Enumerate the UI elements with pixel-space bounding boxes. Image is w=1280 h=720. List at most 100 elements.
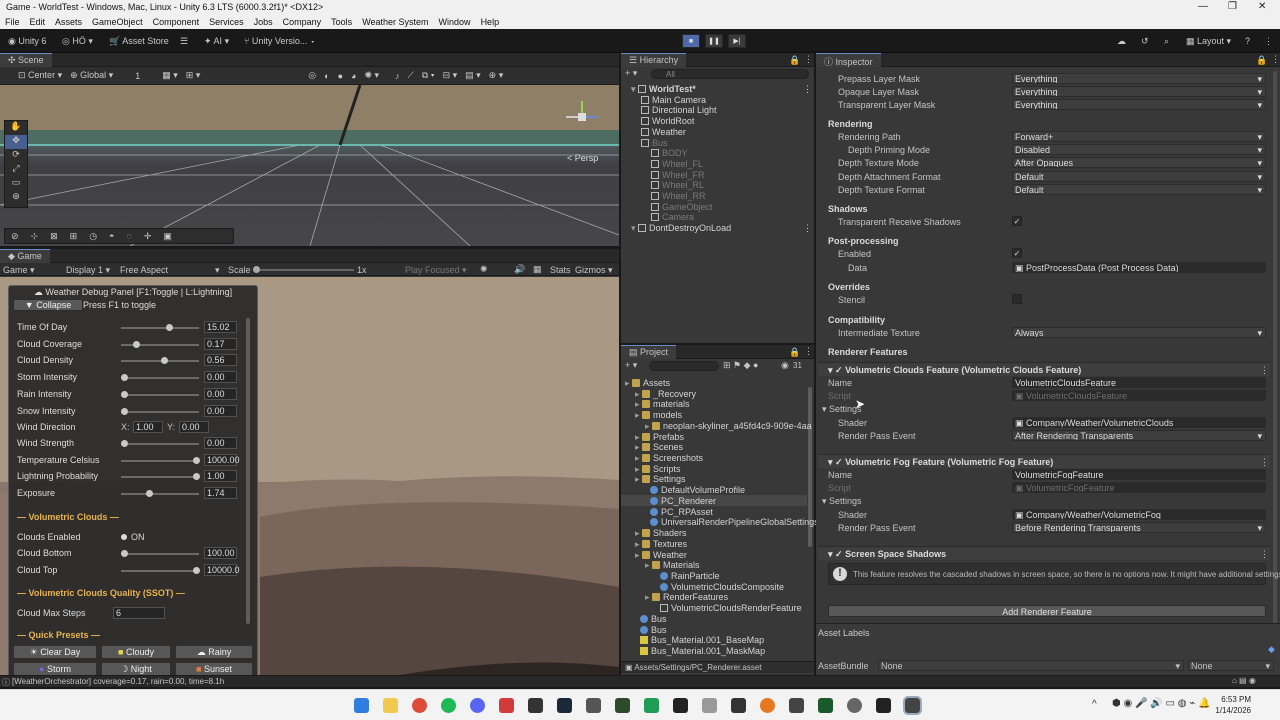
menu-jobs[interactable]: Jobs (254, 17, 273, 27)
menu-services[interactable]: Services (209, 17, 244, 27)
lock-icon[interactable]: 🔒 (789, 55, 800, 66)
start-icon[interactable] (354, 698, 369, 713)
feature-menu-icon[interactable]: ⋮ (1260, 365, 1269, 376)
tab-game[interactable]: ◆ Game (0, 248, 50, 263)
rect-tool-icon[interactable]: ▭ (5, 177, 27, 191)
menu-file[interactable]: File (5, 17, 20, 27)
scale-slider-knob[interactable] (253, 266, 260, 273)
slider-knob[interactable] (166, 324, 174, 331)
ai-button[interactable]: ✦ AI ▾ (200, 34, 233, 49)
project-item[interactable]: ▸ Screenshots (635, 453, 703, 464)
field-value[interactable]: ▣ PostProcessData (Post Process Data) (1012, 262, 1266, 273)
app-6-icon[interactable] (789, 698, 804, 713)
slider-track[interactable] (121, 459, 199, 462)
app-dark-icon[interactable] (528, 698, 543, 713)
slider-track[interactable] (121, 393, 199, 396)
steam-icon[interactable] (557, 698, 572, 713)
scene-viewport[interactable]: < Persp ✋ ✥ ⟳ ⤢ ▭ ⊛ ⊘ ⊹ ⊠ ⊞ ◷ ◓ ◌ ✛ ▣ (0, 85, 619, 246)
app-teal-icon[interactable] (644, 698, 659, 713)
project-item[interactable]: RainParticle (655, 571, 720, 581)
preset-night-button[interactable]: ☽ Night (101, 662, 171, 676)
project-item[interactable]: ▸ Scripts (635, 464, 681, 475)
app-red-icon[interactable] (499, 698, 514, 713)
slider-knob[interactable] (161, 357, 169, 365)
slider-track[interactable] (121, 569, 199, 572)
feature-header[interactable]: ▾ ✓ Volumetric Clouds Feature (Volumetri… (818, 362, 1270, 376)
menu-weather-system[interactable]: Weather System (362, 17, 428, 27)
terminal-icon[interactable] (731, 698, 746, 713)
field-value[interactable]: ▣ Company/Weather/VolumetricFog (1012, 509, 1266, 520)
unity-hub-icon[interactable] (876, 698, 891, 713)
field-value[interactable]: ▣ VolumetricFogFeature (1012, 482, 1266, 493)
wind-x-input[interactable]: 1.00 (133, 421, 163, 433)
spotify-icon[interactable] (441, 698, 456, 713)
slider-knob[interactable] (121, 407, 128, 415)
field-value[interactable]: Before Rendering Transparents ▾ (1012, 522, 1266, 533)
layout-dropdown[interactable]: ▦ Layout ▾ (1182, 34, 1235, 49)
project-item[interactable]: VolumetricCloudsRenderFeature (655, 603, 802, 613)
project-item[interactable]: Bus_Material.001_BaseMap (635, 635, 764, 645)
blender-icon[interactable] (760, 698, 775, 713)
tools-icon[interactable]: ▤ ▾ (461, 68, 485, 83)
hierarchy-item[interactable]: Bus (641, 138, 668, 148)
cloud-icon[interactable]: ☁ (1113, 34, 1130, 49)
grid-snap-field[interactable]: 1 (131, 69, 144, 83)
effects-icon[interactable]: ⟋ (404, 68, 418, 83)
project-item[interactable]: Bus_Material.001_MaskMap (635, 646, 765, 656)
filter-type-icon[interactable]: ⊞ ⚑ ◆ ● (723, 360, 758, 371)
field-value[interactable]: ▣ VolumetricCloudsFeature (1012, 390, 1266, 401)
slider-value-input[interactable]: 1.00 (204, 470, 237, 483)
project-add-icon[interactable]: + ▾ (625, 360, 637, 371)
overlay-tool-8-icon[interactable]: ✛ (144, 231, 152, 242)
menu-tools[interactable]: Tools (331, 17, 352, 27)
scale-slider[interactable] (254, 269, 354, 271)
stats-icon[interactable]: ▦ (533, 264, 542, 275)
tab-inspector[interactable]: ⓘ Inspector (816, 52, 881, 67)
field-value[interactable]: Always ▾ (1012, 327, 1266, 338)
field-value[interactable]: Default ▾ (1012, 171, 1266, 182)
lighting-icon[interactable]: ✺ ▾ (360, 68, 383, 83)
field-value[interactable]: Everything ▾ (1012, 73, 1266, 84)
history-icon[interactable]: ↺ (1137, 34, 1153, 49)
project-item[interactable]: ▸ Scenes (635, 442, 683, 453)
app-circle-icon[interactable] (847, 698, 862, 713)
slider-value-input[interactable]: 100.00 (204, 547, 237, 559)
slider-knob[interactable] (133, 340, 141, 348)
hierarchy-item[interactable]: ▾ WorldTest* (631, 84, 696, 95)
status-icons[interactable]: ⌂ ▤ ◉ (1232, 676, 1256, 685)
project-item[interactable]: Bus (635, 625, 667, 635)
hierarchy-item[interactable]: Wheel_RL (651, 180, 704, 190)
slider-track[interactable] (121, 493, 199, 496)
status-message[interactable]: [WeatherOrchestrator] coverage=0.17, rai… (12, 677, 224, 686)
clock-date[interactable]: 1/14/2026 (1207, 706, 1251, 715)
add-renderer-feature-button[interactable]: Add Renderer Feature (828, 605, 1266, 617)
gizmos-icon[interactable]: ⊕ ▾ (485, 68, 508, 83)
inspector-scrollbar[interactable] (1273, 71, 1277, 626)
maximize-button[interactable]: ❐ (1228, 1, 1237, 12)
hierarchy-item[interactable]: ▾ DontDestroyOnLoad (631, 223, 731, 234)
hidden-icon[interactable]: ⧉ ▾ (418, 68, 439, 83)
menu-window[interactable]: Window (439, 17, 471, 27)
overlay-tool-6-icon[interactable]: ◓ (109, 231, 114, 241)
move-tool-icon[interactable]: ✥ (5, 135, 27, 149)
asset-store-button[interactable]: 🛒 Asset Store (105, 34, 173, 49)
hierarchy-item[interactable]: Directional Light (641, 105, 717, 115)
field-value[interactable]: Forward+ ▾ (1012, 131, 1266, 142)
snap-icon[interactable]: ⊞ ▾ (182, 68, 205, 83)
feature-menu-icon[interactable]: ⋮ (1260, 549, 1269, 560)
project-item[interactable]: UniversalRenderPipelineGlobalSettings (645, 517, 819, 527)
asset-bundle-dropdown[interactable]: None ▾ (878, 660, 1184, 671)
file-explorer-icon[interactable] (383, 698, 398, 713)
collapse-button[interactable]: ▼ Collapse (13, 299, 83, 311)
slider-track[interactable] (121, 443, 199, 445)
overlay-tool-4-icon[interactable]: ⊞ (70, 231, 78, 242)
slider-value-input[interactable]: 15.02 (204, 321, 237, 333)
slider-track[interactable] (121, 476, 199, 479)
hierarchy-item[interactable]: Main Camera (641, 95, 706, 105)
project-item[interactable]: ▸ RenderFeatures (645, 592, 728, 603)
project-item[interactable]: ▸ models (635, 410, 682, 421)
label-tag-icon[interactable]: ◆ (1268, 644, 1275, 655)
menu-gameobject[interactable]: GameObject (92, 17, 143, 27)
field-value[interactable]: Disabled ▾ (1012, 144, 1266, 155)
scene-gizmo-icon[interactable] (562, 97, 602, 137)
